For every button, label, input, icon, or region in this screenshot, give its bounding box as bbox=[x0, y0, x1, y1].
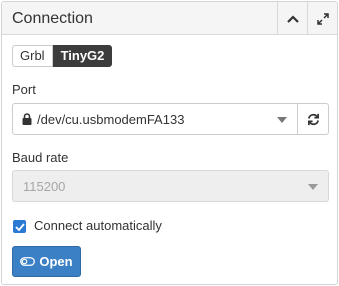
panel-header: Connection bbox=[2, 2, 337, 35]
baud-value: 115200 bbox=[23, 179, 66, 194]
collapse-button[interactable] bbox=[277, 2, 307, 35]
port-value: /dev/cu.usbmodemFA133 bbox=[37, 112, 185, 127]
open-button-label: Open bbox=[39, 254, 73, 269]
tab-tinyg2[interactable]: TinyG2 bbox=[52, 45, 113, 67]
expand-button[interactable] bbox=[307, 2, 337, 35]
refresh-ports-button[interactable] bbox=[297, 103, 329, 135]
auto-connect-checkbox[interactable] bbox=[13, 220, 26, 233]
controller-tabs: Grbl TinyG2 bbox=[12, 45, 113, 67]
connection-panel: Connection Grbl TinyG2 Port /dev/cu.usbm… bbox=[1, 1, 338, 285]
auto-connect-label[interactable]: Connect automatically bbox=[34, 218, 162, 233]
lock-icon bbox=[22, 113, 32, 125]
chevron-down-icon bbox=[308, 184, 318, 190]
expand-icon bbox=[316, 12, 329, 25]
toggle-icon bbox=[20, 257, 36, 266]
baud-rate-select[interactable]: 115200 bbox=[12, 170, 329, 202]
refresh-icon bbox=[307, 113, 319, 125]
open-button[interactable]: Open bbox=[12, 246, 81, 277]
port-select[interactable]: /dev/cu.usbmodemFA133 bbox=[12, 103, 298, 135]
tab-grbl[interactable]: Grbl bbox=[12, 45, 53, 67]
chevron-down-icon bbox=[277, 117, 287, 123]
port-label: Port bbox=[12, 82, 36, 97]
check-icon bbox=[14, 222, 25, 231]
chevron-up-icon bbox=[286, 14, 299, 23]
baud-label: Baud rate bbox=[12, 150, 69, 165]
panel-title: Connection bbox=[12, 10, 93, 27]
